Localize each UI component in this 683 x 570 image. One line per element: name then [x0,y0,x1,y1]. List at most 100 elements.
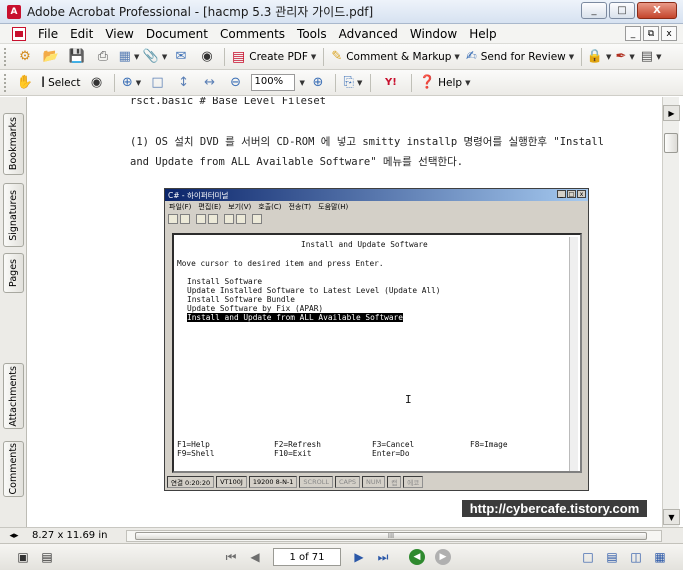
hand-tool-icon[interactable]: ✋ [15,73,35,93]
last-page-icon[interactable]: ⏭ [374,548,392,566]
toolbar-grip[interactable] [4,47,8,66]
doc-restore-button[interactable]: ⧉ [643,26,659,41]
terminal-maximize-icon: □ [567,190,576,198]
next-view-icon[interactable]: ▶ [435,549,451,565]
terminal-menu-item: 파일(F) [169,202,192,211]
single-page-view-icon[interactable]: □ [579,548,597,566]
maximize-button[interactable]: □ [609,2,635,19]
status-capture: 캡 [387,476,402,488]
send-for-review-label: Send for Review [480,50,566,63]
horizontal-scrollbar[interactable]: III [126,530,662,542]
organizer-icon[interactable]: ▦ ▼ [119,47,140,67]
navigation-toolbar: ✋ Ⅰ Select ◉ ⊕ ▼ □ ↕ ↔ ⊖ 100% ▼ ⊕ ⎘ ▼ Y! ❓… [0,70,683,96]
tab-pages[interactable]: Pages [3,253,24,293]
yahoo-toolbar-icon[interactable]: Y! [378,73,404,93]
vertical-scroll-thumb[interactable] [664,133,678,153]
tab-attachments-label: Attachments [8,365,19,427]
terminal-properties-icon [252,214,262,224]
previous-view-icon[interactable]: ◀ [409,549,425,565]
print-icon[interactable]: ⎙ [93,47,113,67]
terminal-hangup-icon [208,214,218,224]
menu-help[interactable]: Help [463,27,502,41]
facing-view-icon[interactable]: ◫ [627,548,645,566]
blog-watermark: http://cybercafe.tistory.com [462,500,647,517]
forms-icon[interactable]: ▤ ▼ [641,47,662,67]
doc-close-button[interactable]: x [661,26,677,41]
file-toolbar: ⚙ 📂 💾 ⎙ ▦ ▼ 📎 ▼ ✉ ◉ ▤ Create PDF ▼ ✎ Commen… [0,44,683,70]
attach-icon[interactable]: 📎 ▼ [143,47,168,67]
document-icon[interactable] [12,26,26,41]
expand-panel-icon[interactable]: ◂▸ [0,531,28,541]
document-paragraph-line: (1) OS 설치 DVD 를 서버의 CD-ROM 에 넣고 smitty i… [130,136,604,148]
actual-size-icon[interactable]: □ [148,73,168,93]
menu-view[interactable]: View [99,27,139,41]
page-number-input[interactable]: 1 of 71 [273,548,341,566]
smit-menu-item: Update Software by Fix (APAR) [187,304,324,313]
help-label: Help [438,76,463,89]
menu-window[interactable]: Window [404,27,463,41]
terminal-menu-item: 도움말(H) [318,202,349,211]
save-icon[interactable]: 💾 [67,47,87,67]
toolbar-separator [323,47,325,66]
menu-advanced[interactable]: Advanced [333,27,404,41]
document-page[interactable]: rsct.basic # Base Level Fileset (1) OS 설… [28,97,662,527]
toolbar-separator [369,73,371,92]
page-size-label: 8.27 x 11.69 in [32,530,108,541]
smit-screen-title: Install and Update Software [301,240,428,249]
zoom-level-input[interactable]: 100% [250,74,295,91]
menu-file[interactable]: File [32,27,64,41]
tab-bookmarks[interactable]: Bookmarks [3,113,24,175]
scroll-up-arrow-icon[interactable]: ▶ [663,105,680,121]
search-binoculars-icon[interactable]: ◉ [197,47,217,67]
fit-page-icon[interactable]: ↕ [174,73,194,93]
create-new-icon[interactable]: ⚙ [15,47,35,67]
document-text-line: rsct.basic # Base Level Fileset [130,97,326,107]
fkey-exit: F10=Exit [274,449,312,458]
terminal-menu-item: 전송(T) [288,202,312,211]
rotate-pages-icon[interactable]: ⎘ ▼ [343,73,363,93]
create-pdf-button[interactable]: ▤ Create PDF ▼ [232,49,316,65]
zoom-in-icon[interactable]: ⊕ [308,73,328,93]
menu-comments[interactable]: Comments [214,27,291,41]
fkey-image: F8=Image [470,440,508,449]
horizontal-scroll-thumb[interactable]: III [135,532,647,540]
terminal-menu-item: 보기(V) [228,202,252,211]
continuous-facing-view-icon[interactable]: ▦ [651,548,669,566]
send-for-review-button[interactable]: ✍ Send for Review ▼ [466,49,574,64]
zoom-dropdown-icon[interactable]: ▼ [300,79,305,87]
close-button[interactable]: X [637,2,677,19]
create-pdf-icon: ▤ [232,48,246,65]
tab-comments[interactable]: Comments [3,441,24,497]
comment-icon: ✎ [331,49,343,64]
help-icon: ❓ [418,75,436,90]
smit-menu-item: Install Software Bundle [187,295,295,304]
toolbar-grip[interactable] [4,73,8,92]
tab-attachments[interactable]: Attachments [3,363,24,429]
lock-icon[interactable]: 🔒 ▼ [587,47,612,67]
open-folder-icon[interactable]: 📂 [41,47,61,67]
first-page-icon[interactable]: ⏮ [222,548,240,566]
select-tool-button[interactable]: Ⅰ Select [41,75,81,91]
smit-menu-item: Update Installed Software to Latest Leve… [187,286,441,295]
previous-page-icon[interactable]: ◀ [246,548,264,566]
tab-signatures[interactable]: Signatures [3,183,24,247]
zoom-out-icon[interactable]: ⊖ [226,73,246,93]
sign-pen-icon[interactable]: ✒ ▼ [615,47,635,67]
continuous-view-icon[interactable]: ▤ [603,548,621,566]
menu-tools[interactable]: Tools [291,27,333,41]
monitor-icon[interactable]: ▣ [14,548,32,566]
fit-width-icon[interactable]: ↔ [200,73,220,93]
minimize-button[interactable]: _ [581,2,607,19]
doc-minimize-button[interactable]: _ [625,26,641,41]
menu-document[interactable]: Document [140,27,214,41]
menu-edit[interactable]: Edit [64,27,99,41]
next-page-icon[interactable]: ▶ [350,548,368,566]
document-properties-icon[interactable]: ▤ [38,548,56,566]
email-icon[interactable]: ✉ [171,47,191,67]
comment-markup-button[interactable]: ✎ Comment & Markup ▼ [331,49,460,64]
zoom-in-magnifier-icon[interactable]: ⊕ ▼ [122,73,142,93]
snapshot-camera-icon[interactable]: ◉ [87,73,107,93]
vertical-scrollbar[interactable]: ▶ ▼ [662,97,680,527]
help-button[interactable]: ❓ Help ▼ [419,75,471,90]
scroll-down-arrow-icon[interactable]: ▼ [663,509,680,525]
